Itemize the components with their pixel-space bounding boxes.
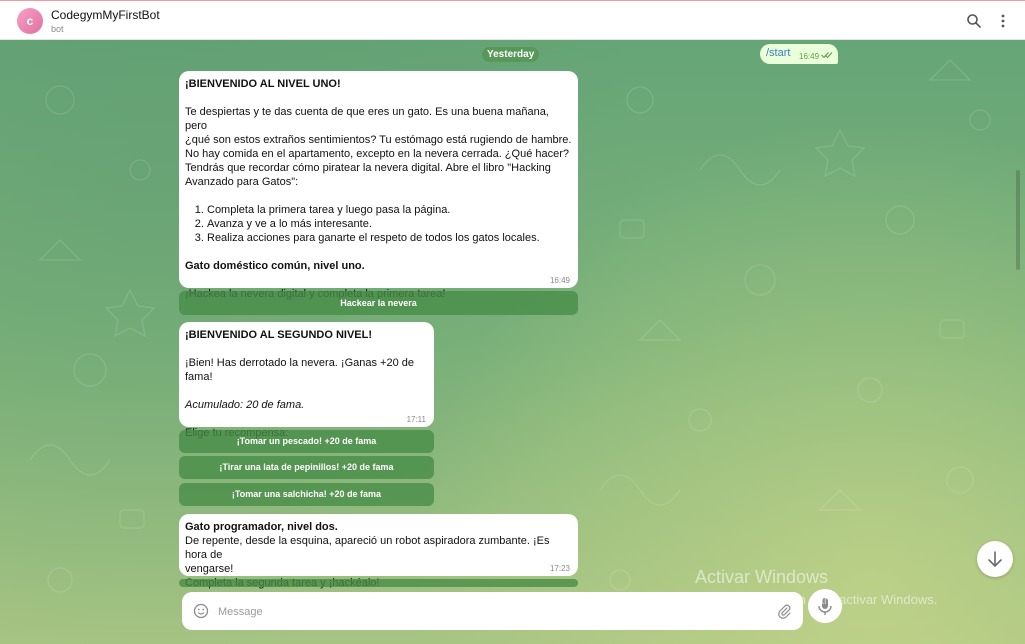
chat-subtitle: bot: [51, 24, 64, 34]
message-heading: ¡BIENVENIDO AL NIVEL UNO!: [185, 78, 341, 90]
message-text: No hay comida en el apartamento, excepto…: [185, 148, 570, 160]
message-time: 17:11: [406, 415, 426, 424]
emoji-icon[interactable]: [193, 603, 209, 619]
message-time: 16:49: [799, 52, 820, 61]
windows-activation-title: Activar Windows: [695, 567, 829, 587]
message-text: De repente, desde la esquina, apareció u…: [185, 535, 550, 561]
chat-title[interactable]: CodegymMyFirstBot: [51, 8, 160, 22]
hack-fridge-button[interactable]: Hackear la nevera: [179, 291, 578, 315]
arrow-down-icon: [988, 551, 1002, 567]
message-input[interactable]: [216, 601, 740, 623]
more-vertical-icon[interactable]: [995, 13, 1011, 29]
task-list: Completa la primera tarea y luego pasa l…: [185, 203, 572, 245]
windows-activation-text: Ve a Configuración para activar Windows.: [696, 592, 938, 607]
search-icon[interactable]: [966, 13, 982, 29]
keyboard-button-partial[interactable]: [179, 579, 578, 587]
scrollbar[interactable]: [1016, 170, 1020, 270]
reward-pickles-button[interactable]: ¡Tirar una lata de pepinillos! +20 de fa…: [179, 456, 434, 479]
list-item: Realiza acciones para ganarte el respeto…: [207, 231, 572, 245]
message-text: Tendrás que recordar cómo piratear la ne…: [185, 162, 551, 174]
message-text: Te despiertas y te das cuenta de que ere…: [185, 106, 549, 132]
date-separator: Yesterday: [482, 47, 540, 62]
bot-message-level-two-task: Gato programador, nivel dos. De repente,…: [179, 514, 578, 589]
command-link[interactable]: /start: [766, 47, 790, 59]
message-time: 17:23: [549, 564, 570, 573]
message-text: ¿qué son estos extraños sentimientos? Tu…: [185, 134, 572, 146]
rank-text: Gato programador, nivel dos.: [185, 521, 338, 533]
bot-message-level-one: ¡BIENVENIDO AL NIVEL UNO! Te despiertas …: [179, 71, 578, 300]
list-item: Avanza y ve a lo más interesante.: [207, 217, 572, 231]
fame-text: Acumulado: 20 de fama.: [185, 399, 305, 411]
scroll-down-button[interactable]: [977, 541, 1013, 577]
message-text: ¡Bien! Has derrotado la nevera. ¡Ganas +…: [185, 357, 414, 383]
avatar[interactable]: c: [17, 8, 43, 34]
reward-fish-button[interactable]: ¡Tomar un pescado! +20 de fama: [179, 430, 434, 453]
bot-message-level-two: ¡BIENVENIDO AL SEGUNDO NIVEL! ¡Bien! Has…: [179, 322, 434, 439]
message-time: 16:49: [549, 276, 570, 285]
reward-sausage-button[interactable]: ¡Tomar una salchicha! +20 de fama: [179, 483, 434, 506]
message-text: vengarse!: [185, 563, 234, 575]
double-check-icon: [821, 52, 833, 59]
message-text: Avanzado para Gatos":: [185, 176, 299, 188]
rank-text: Gato doméstico común, nivel uno.: [185, 260, 365, 272]
outgoing-message: /start 16:49: [760, 44, 838, 64]
message-heading: ¡BIENVENIDO AL SEGUNDO NIVEL!: [185, 329, 373, 341]
chat-area[interactable]: Yesterday /start 16:49 ¡BIENVENIDO AL NI…: [0, 40, 1025, 644]
list-item: Completa la primera tarea y luego pasa l…: [207, 203, 572, 217]
chat-header: c CodegymMyFirstBot bot: [0, 0, 1025, 40]
